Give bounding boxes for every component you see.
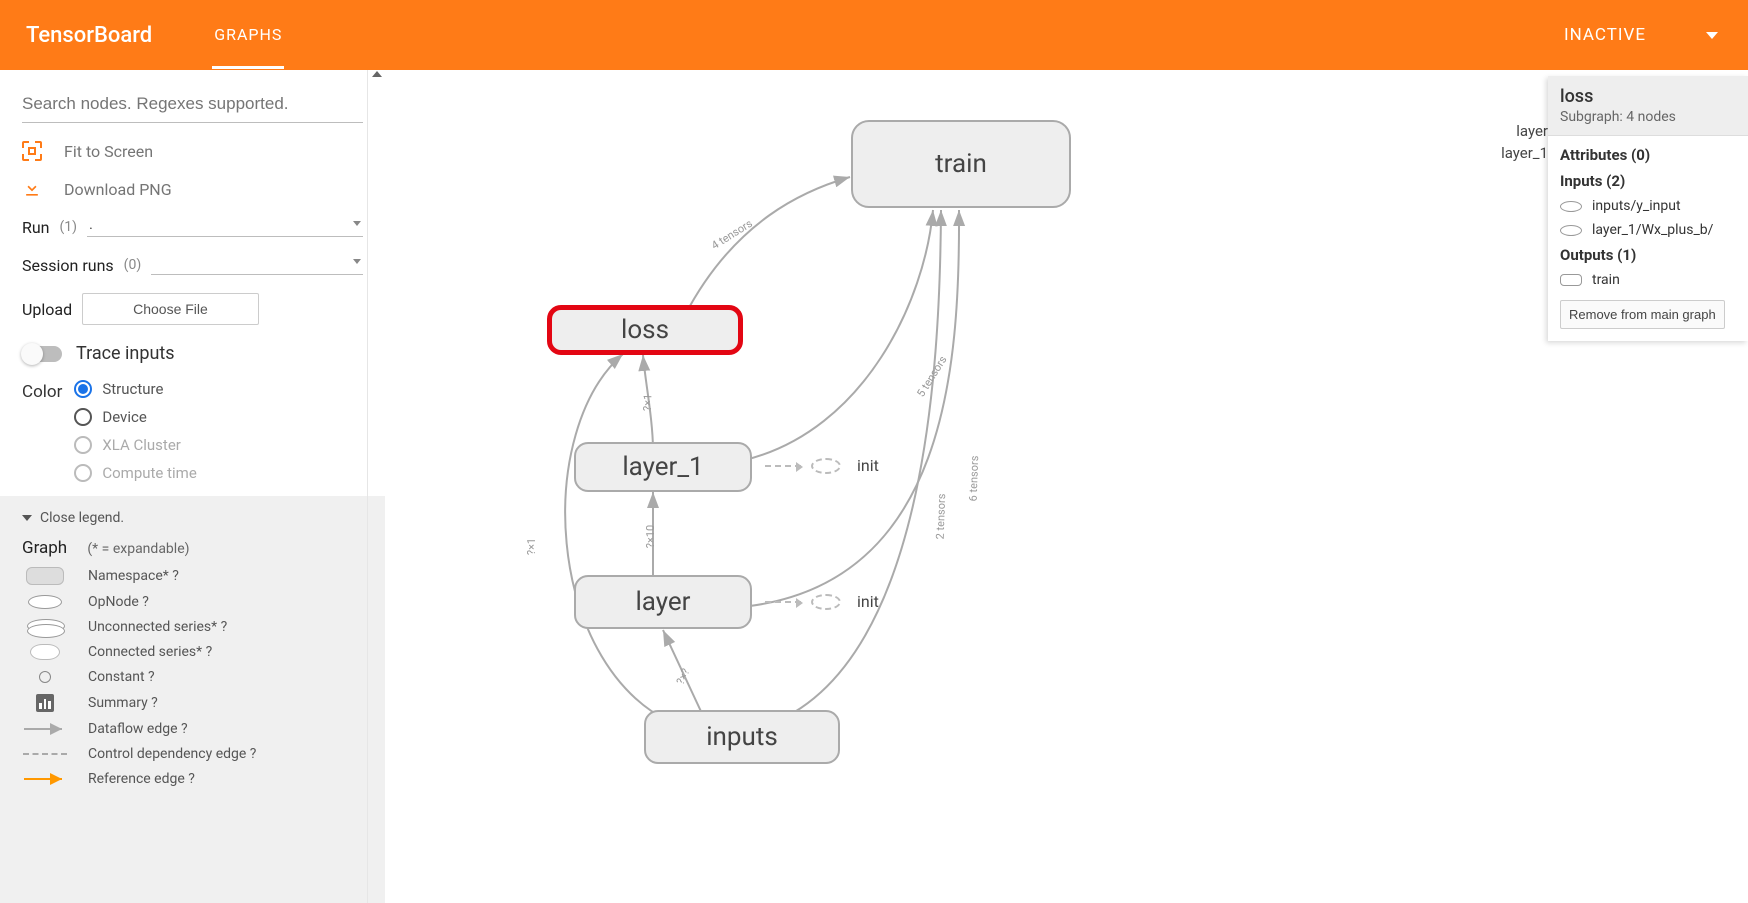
sidebar-scrollbar[interactable] [367,70,385,903]
graph-canvas[interactable]: train loss layer_1 layer inputs init ini… [385,70,1748,903]
graph-init-layer1[interactable]: init [765,456,879,475]
graph-node-loss[interactable]: loss [547,305,743,355]
infocard-outputs-title: Outputs (1) [1560,246,1736,264]
infocard-input-row[interactable]: layer_1/Wx_plus_b/ [1560,222,1736,238]
infocard-output-row[interactable]: train [1560,272,1736,288]
infocard-attributes-title: Attributes (0) [1560,146,1736,164]
fit-to-screen-button[interactable]: Fit to Screen [22,141,363,161]
chevron-down-icon [353,259,361,264]
sidebar: Fit to Screen Download PNG Run (1) . Ses… [0,70,385,903]
graph-init-layer[interactable]: init [765,592,879,611]
radio-icon [74,408,92,426]
edge-label: ?×1 [525,538,538,555]
legend-opnode: OpNode ? [22,594,363,610]
infocard-input-row[interactable]: inputs/y_input [1560,198,1736,214]
graph-side-labels: layer layer_1 [1501,120,1548,164]
color-option-xla[interactable]: XLA Cluster [74,436,196,454]
download-png-label: Download PNG [64,180,172,199]
legend-reference-edge: Reference edge ? [22,771,363,787]
edge-label: 6 tensors [967,455,982,501]
infocard-inputs-title: Inputs (2) [1560,172,1736,190]
namespace-icon [1560,274,1582,286]
graph-node-train[interactable]: train [851,120,1071,208]
legend-namespace: Namespace* ? [22,567,363,585]
chevron-down-icon [1706,32,1718,39]
search-input[interactable] [22,88,363,123]
legend-expandable-note: (* = expandable) [87,541,189,557]
legend-constant: Constant ? [22,669,363,685]
legend-connected-series: Connected series* ? [22,644,363,660]
choose-file-button[interactable]: Choose File [82,293,259,325]
fit-screen-label: Fit to Screen [64,142,153,161]
radio-icon [74,436,92,454]
radio-icon [74,380,92,398]
infocard-name: loss [1560,86,1736,107]
upload-label: Upload [22,300,72,319]
scroll-up-icon [372,71,382,77]
chevron-down-icon [22,515,32,521]
remove-from-graph-button[interactable]: Remove from main graph [1560,300,1725,329]
graph-node-inputs[interactable]: inputs [644,710,840,764]
legend-unconnected-series: Unconnected series* ? [22,619,363,635]
legend-summary: Summary ? [22,694,363,712]
graph-node-layer[interactable]: layer [574,575,752,629]
legend-graph-label: Graph [22,538,67,558]
run-select[interactable]: Run (1) . [22,217,363,237]
chevron-down-icon [353,221,361,226]
trace-inputs-label: Trace inputs [76,343,175,364]
color-option-structure[interactable]: Structure [74,380,196,398]
edge-label: ?×10 [644,525,657,548]
color-label: Color [22,380,62,482]
tab-graphs[interactable]: GRAPHS [212,1,284,69]
op-icon [1560,201,1582,212]
status-label: INACTIVE [1564,25,1646,45]
edge-label: ?×? [674,666,693,686]
edge-label: 4 tensors [709,217,755,252]
node-info-card: loss Subgraph: 4 nodes Attributes (0) In… [1548,76,1748,341]
legend-control-edge: Control dependency edge ? [22,746,363,762]
legend-dataflow-edge: Dataflow edge ? [22,721,363,737]
edge-label: 2 tensors [934,493,949,539]
color-option-device[interactable]: Device [74,408,196,426]
legend-panel: Close legend. Graph (* = expandable) Nam… [0,496,385,903]
trace-inputs-toggle[interactable] [22,346,62,362]
app-header: TensorBoard GRAPHS INACTIVE [0,0,1748,70]
fit-screen-icon [22,141,42,161]
infocard-subgraph: Subgraph: 4 nodes [1560,109,1736,125]
status-dropdown[interactable]: INACTIVE [1564,25,1748,45]
edge-label: ?×1 [641,394,655,412]
color-option-compute-time[interactable]: Compute time [74,464,196,482]
op-icon [1560,225,1582,236]
app-title: TensorBoard [26,23,152,48]
graph-node-layer1[interactable]: layer_1 [574,442,752,492]
edge-label: 5 tensors [914,354,949,400]
download-png-button[interactable]: Download PNG [22,179,363,199]
radio-icon [74,464,92,482]
close-legend-button[interactable]: Close legend. [22,510,363,526]
download-icon [22,179,42,199]
session-select[interactable]: Session runs (0) [22,255,363,275]
